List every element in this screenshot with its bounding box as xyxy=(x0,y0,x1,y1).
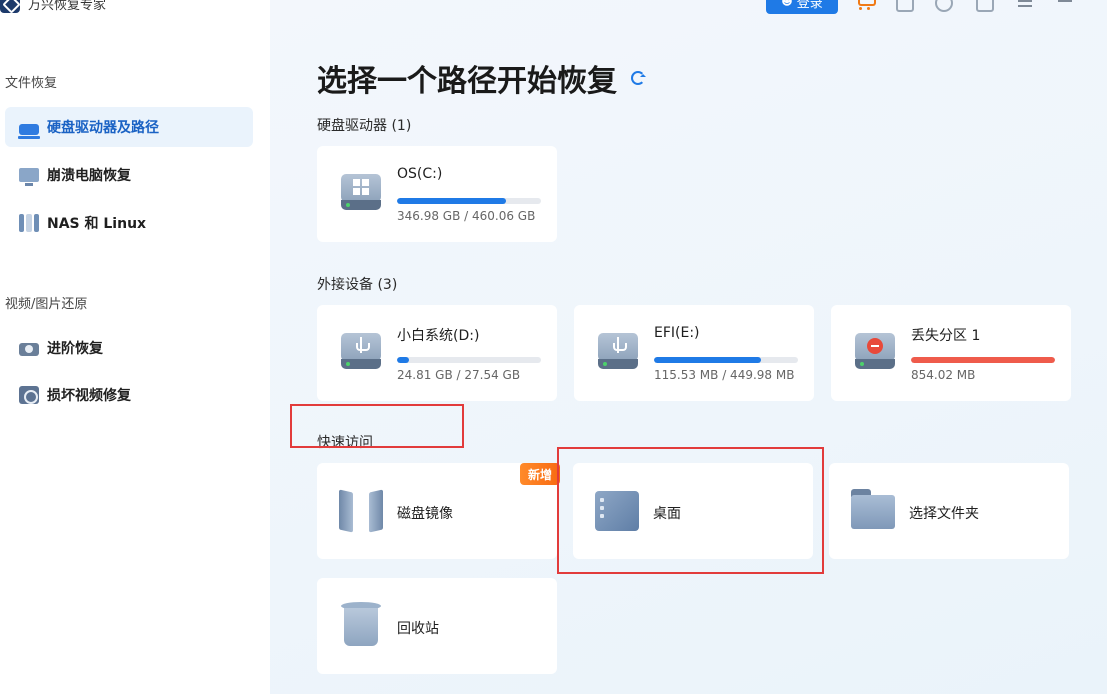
usage-bar xyxy=(397,198,541,204)
refresh-icon[interactable] xyxy=(631,71,646,85)
sidebar-item-label: 进阶恢复 xyxy=(47,341,103,357)
new-badge: 新增 xyxy=(520,463,560,485)
sidebar-item-label: 损坏视频修复 xyxy=(47,388,131,404)
quick-card-desktop[interactable]: 桌面 xyxy=(573,463,813,559)
usage-bar xyxy=(397,357,541,363)
minimize-icon[interactable] xyxy=(1056,0,1074,12)
drive-card-e[interactable]: EFI(E:) 115.53 MB / 449.98 MB xyxy=(574,305,814,401)
user-icon: ☻ xyxy=(781,0,793,8)
exit-icon[interactable] xyxy=(896,0,914,12)
windows-drive-icon xyxy=(341,174,381,212)
section-title-hard-drives: 硬盘驱动器 (1) xyxy=(317,118,412,134)
page-title-row: 选择一个路径开始恢复 xyxy=(317,56,646,100)
sidebar-item-label: 硬盘驱动器及路径 xyxy=(47,120,159,136)
quick-item-label: 磁盘镜像 xyxy=(397,506,453,522)
quick-card-select-folder[interactable]: 选择文件夹 xyxy=(829,463,1069,559)
usage-bar-fill xyxy=(397,357,409,363)
support-icon[interactable] xyxy=(935,0,953,12)
menu-icon[interactable] xyxy=(1016,0,1034,12)
main-panel: ☻ 登录 选择一个路径开始恢复 硬盘驱动器 (1) OS(C:) 346.98 … xyxy=(270,0,1107,694)
quick-item-label: 桌面 xyxy=(653,506,681,522)
sidebar-item-crashed-pc[interactable]: 崩溃电脑恢复 xyxy=(5,155,253,195)
sidebar-item-advanced-recovery[interactable]: 进阶恢复 xyxy=(5,328,253,368)
section-title-quick-access: 快速访问 xyxy=(317,435,373,451)
sidebar-item-label: NAS 和 Linux xyxy=(47,216,147,232)
sidebar: 万兴恢复专家 文件恢复 硬盘驱动器及路径 崩溃电脑恢复 NAS 和 Linux … xyxy=(0,0,270,694)
desktop-icon xyxy=(595,491,639,531)
sidebar-group-video-photo: 视频/图片还原 xyxy=(5,297,88,312)
quick-card-recycle-bin[interactable]: 回收站 xyxy=(317,578,557,674)
app-logo-icon xyxy=(0,0,20,13)
page-title: 选择一个路径开始恢复 xyxy=(317,64,617,99)
app-title: 万兴恢复专家 xyxy=(28,0,107,13)
sidebar-item-video-repair[interactable]: 损坏视频修复 xyxy=(5,375,253,415)
usage-bar-fill xyxy=(397,198,506,204)
quick-item-label: 回收站 xyxy=(397,621,439,637)
drive-name: EFI(E:) xyxy=(654,325,700,341)
usb-drive-icon xyxy=(598,333,638,371)
drive-size: 854.02 MB xyxy=(911,368,976,382)
drive-size: 346.98 GB / 460.06 GB xyxy=(397,209,536,223)
drive-card-d[interactable]: 小白系统(D:) 24.81 GB / 27.54 GB xyxy=(317,305,557,401)
sidebar-item-label: 崩溃电脑恢复 xyxy=(47,168,131,184)
usage-bar xyxy=(911,357,1055,363)
app-title-bar: 万兴恢复专家 xyxy=(0,0,106,14)
usage-bar-fill xyxy=(654,357,761,363)
folder-icon xyxy=(851,489,895,529)
drive-size: 115.53 MB / 449.98 MB xyxy=(654,368,795,382)
quick-item-label: 选择文件夹 xyxy=(909,506,979,522)
camera-icon xyxy=(19,343,39,356)
cart-icon[interactable] xyxy=(856,0,876,12)
drive-name: 丢失分区 1 xyxy=(911,328,981,344)
drive-name: 小白系统(D:) xyxy=(397,328,480,344)
section-title-external: 外接设备 (3) xyxy=(317,277,398,293)
usb-drive-icon xyxy=(341,333,381,371)
bag-icon[interactable] xyxy=(976,0,994,12)
usage-bar xyxy=(654,357,798,363)
drive-size: 24.81 GB / 27.54 GB xyxy=(397,368,521,382)
drive-name: OS(C:) xyxy=(397,166,443,182)
sidebar-group-file-recovery: 文件恢复 xyxy=(5,76,58,91)
sidebar-item-nas-linux[interactable]: NAS 和 Linux xyxy=(5,203,253,243)
nas-icon xyxy=(19,214,39,232)
disk-image-icon xyxy=(339,489,383,533)
usage-bar-fill xyxy=(911,357,1055,363)
video-repair-icon xyxy=(19,386,39,404)
drive-card-c[interactable]: OS(C:) 346.98 GB / 460.06 GB xyxy=(317,146,557,242)
recycle-bin-icon xyxy=(341,602,381,648)
monitor-icon xyxy=(19,168,39,186)
login-label: 登录 xyxy=(796,0,823,11)
drive-icon xyxy=(18,123,40,139)
sidebar-item-hard-drives[interactable]: 硬盘驱动器及路径 xyxy=(5,107,253,147)
login-button[interactable]: ☻ 登录 xyxy=(766,0,838,14)
drive-card-lost-partition[interactable]: 丢失分区 1 854.02 MB xyxy=(831,305,1071,401)
lost-partition-icon xyxy=(855,333,895,371)
